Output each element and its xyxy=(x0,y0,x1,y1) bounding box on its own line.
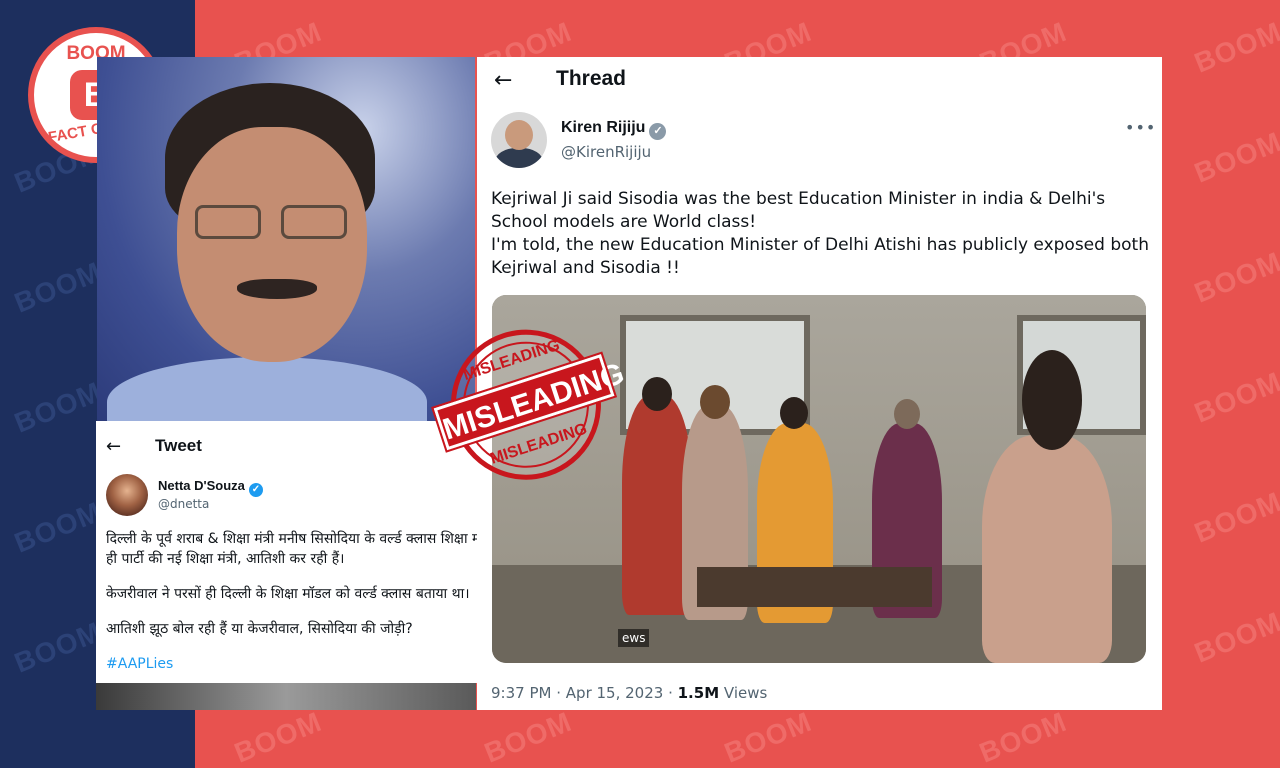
boom-watermark: BOOM xyxy=(480,705,577,768)
tweet-date[interactable]: Apr 15, 2023 xyxy=(566,684,664,702)
boom-watermark: BOOM xyxy=(1190,365,1280,429)
arrow-left-icon[interactable]: ← xyxy=(106,436,121,457)
politician-photo xyxy=(97,57,475,421)
boom-watermark: BOOM xyxy=(230,705,327,768)
tweet-time[interactable]: 9:37 PM xyxy=(491,684,551,702)
verified-badge-icon: ✓ xyxy=(649,123,667,140)
author-name[interactable]: Netta D'Souza ✓ xyxy=(158,478,263,497)
verified-badge-icon: ✓ xyxy=(248,483,263,497)
boom-watermark: BOOM xyxy=(1190,15,1280,79)
boom-watermark: BOOM xyxy=(1190,125,1280,189)
thread-header-title: Thread xyxy=(556,67,627,90)
views-label: Views xyxy=(723,684,768,702)
arrow-left-icon[interactable]: ← xyxy=(494,68,512,93)
author-name[interactable]: Kiren Rijiju ✓ xyxy=(561,119,667,140)
author-handle[interactable]: @dnetta xyxy=(158,497,209,511)
avatar[interactable] xyxy=(491,112,547,168)
views-count: 1.5M xyxy=(677,684,720,702)
tweet-header-title: Tweet xyxy=(155,436,202,455)
boom-watermark: BOOM xyxy=(1190,605,1280,669)
avatar[interactable] xyxy=(106,474,148,516)
boom-watermark: BOOM xyxy=(720,705,817,768)
video-caption: ews xyxy=(618,629,650,647)
boom-watermark: BOOM xyxy=(975,705,1072,768)
boom-watermark: BOOM xyxy=(1190,245,1280,309)
author-handle[interactable]: @KirenRijiju xyxy=(561,143,651,161)
boom-watermark: BOOM xyxy=(1190,485,1280,549)
tweet-body: Kejriwal Ji said Sisodia was the best Ed… xyxy=(491,188,1151,280)
tweet-meta: 9:37 PM · Apr 15, 2023 · 1.5M Views xyxy=(491,684,768,702)
tweet-text-line: I'm told, the new Education Minister of … xyxy=(491,235,1149,278)
more-dots-icon[interactable]: ••• xyxy=(1125,118,1156,137)
tweet-text-line: Kejriwal Ji said Sisodia was the best Ed… xyxy=(491,189,1106,232)
image-strip xyxy=(96,683,476,710)
